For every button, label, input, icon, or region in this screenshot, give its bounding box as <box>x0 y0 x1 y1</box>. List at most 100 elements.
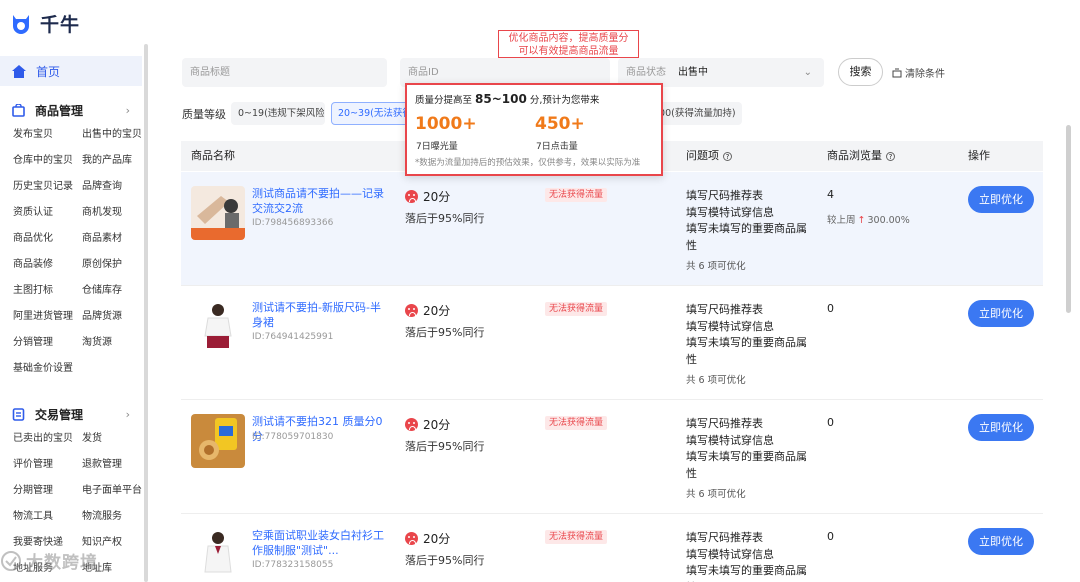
product-thumbnail[interactable] <box>191 414 245 468</box>
issue-list: 填写尺码推荐表 填写模特试穿信息 填写未填写的重要商品属性 <box>686 416 811 482</box>
issue-item[interactable]: 填写模特试穿信息 <box>686 319 811 336</box>
peer-ranking: 落后于95%同行 <box>405 212 485 225</box>
sidebar-item[interactable]: 阿里进货管理 <box>13 304 82 330</box>
sidebar-item[interactable]: 品牌货源 <box>82 304 143 330</box>
optimize-button[interactable]: 立即优化 <box>968 300 1034 327</box>
issue-item[interactable]: 填写未填写的重要商品属性 <box>686 563 811 582</box>
product-thumbnail[interactable] <box>191 300 245 354</box>
sidebar-item[interactable]: 物流工具 <box>13 504 82 530</box>
issue-item[interactable]: 填写尺码推荐表 <box>686 416 811 433</box>
sidebar-item[interactable]: 物流服务 <box>82 504 143 530</box>
sad-face-icon <box>405 532 418 545</box>
sidebar-item[interactable]: 发布宝贝 <box>13 122 82 148</box>
goods-menu: 发布宝贝 出售中的宝贝 仓库中的宝贝 我的产品库 历史宝贝记录 品牌查询 资质认… <box>13 122 143 382</box>
sidebar-scrollbar[interactable] <box>144 44 148 582</box>
popup-suffix: 分,预计为您带来 <box>529 95 600 106</box>
chevron-right-icon: › <box>125 408 130 421</box>
product-image <box>191 528 245 582</box>
trend-label: 较上周 <box>827 215 856 226</box>
sidebar-item[interactable]: 出售中的宝贝 <box>82 122 143 148</box>
product-thumbnail[interactable] <box>191 186 245 240</box>
quality-score: 20分 <box>405 416 450 433</box>
sidebar-item[interactable]: 历史宝贝记录 <box>13 174 82 200</box>
app-logo[interactable]: 千牛 <box>10 10 80 37</box>
sidebar-item[interactable]: 分销管理 <box>13 330 82 356</box>
sidebar-item[interactable]: 原创保护 <box>82 252 143 278</box>
quality-chip-20-39[interactable]: 20~39(无法获得流量) <box>331 102 411 125</box>
issue-item[interactable]: 填写未填写的重要商品属性 <box>686 335 811 368</box>
sidebar-section-trade[interactable]: 交易管理 › <box>12 406 130 423</box>
score-value: 20分 <box>423 304 451 318</box>
sidebar-item[interactable]: 商机发现 <box>82 200 143 226</box>
help-icon[interactable]: ? <box>723 151 732 161</box>
help-icon[interactable]: ? <box>886 151 895 161</box>
product-id: ID:764941425991 <box>252 332 334 342</box>
table-row: 测试请不要拍-新版尺码-半身裙 ID:764941425991 20分 落后于9… <box>181 286 1043 400</box>
issue-item[interactable]: 填写尺码推荐表 <box>686 302 811 319</box>
sidebar-item[interactable]: 仓库中的宝贝 <box>13 148 82 174</box>
sidebar-item[interactable]: 我的产品库 <box>82 148 143 174</box>
issue-item[interactable]: 填写尺码推荐表 <box>686 530 811 547</box>
product-thumbnail[interactable] <box>191 528 245 582</box>
sidebar-section-goods[interactable]: 商品管理 › <box>12 102 130 119</box>
optimize-button[interactable]: 立即优化 <box>968 186 1034 213</box>
callout-line-1: 优化商品内容，提高质量分 <box>508 33 629 44</box>
header-action: 操作 <box>968 149 990 162</box>
sidebar-item[interactable]: 资质认证 <box>13 200 82 226</box>
exposure-value: 1000+ <box>415 114 477 134</box>
issue-item[interactable]: 填写未填写的重要商品属性 <box>686 221 811 254</box>
search-button[interactable]: 搜索 <box>838 58 883 86</box>
view-trend: 较上周 ↑ 300.00% <box>827 212 910 226</box>
sidebar-item[interactable]: 商品素材 <box>82 226 143 252</box>
peer-ranking: 落后于95%同行 <box>405 326 485 339</box>
header-views-label: 商品浏览量 <box>827 149 882 162</box>
quality-chip-0-19[interactable]: 0~19(违规下架风险) <box>231 102 325 125</box>
sidebar-item[interactable]: 基础金价设置 <box>13 356 82 382</box>
optimize-button[interactable]: 立即优化 <box>968 414 1034 441</box>
main-scrollbar[interactable] <box>1066 125 1071 313</box>
arrow-up-icon: ↑ <box>857 215 866 226</box>
sidebar-item[interactable]: 仓储库存 <box>82 278 143 304</box>
quality-score: 20分 <box>405 188 450 205</box>
sidebar-item[interactable]: 发货 <box>82 426 143 452</box>
sidebar-item[interactable]: 分期管理 <box>13 478 82 504</box>
issue-item[interactable]: 填写未填写的重要商品属性 <box>686 449 811 482</box>
product-name-link[interactable]: 测试请不要拍-新版尺码-半身裙 <box>252 300 387 330</box>
sidebar-item[interactable]: 已卖出的宝贝 <box>13 426 82 452</box>
product-id: ID:778323158055 <box>252 560 334 570</box>
callout-line-2: 可以有效提高商品流量 <box>518 46 619 57</box>
issue-item[interactable]: 填写尺码推荐表 <box>686 188 811 205</box>
sidebar-item[interactable]: 评价管理 <box>13 452 82 478</box>
header-issues-label: 问题项 <box>686 149 719 162</box>
optimize-callout: 优化商品内容，提高质量分 可以有效提高商品流量 <box>498 30 639 58</box>
qianniu-logo-icon <box>13 14 29 34</box>
product-name-link[interactable]: 测试商品请不要拍——记录交流交2流 <box>252 186 387 216</box>
sidebar-item[interactable]: 主图打标 <box>13 278 82 304</box>
sidebar-item[interactable]: 电子面单平台 <box>82 478 143 504</box>
table-row: 测试请不要拍321 质量分0分 ID:778059701830 20分 落后于9… <box>181 400 1043 514</box>
bag-icon <box>12 104 25 117</box>
product-name-link[interactable]: 空乘面试职业装女白衬衫工作服制服"测试"... <box>252 528 387 558</box>
score-value: 20分 <box>423 532 451 546</box>
clear-filters-button[interactable]: 清除条件 <box>892 65 945 80</box>
quality-score: 20分 <box>405 530 450 547</box>
sidebar-item[interactable]: 退款管理 <box>82 452 143 478</box>
popup-note: *数据为流量加持后的预估效果，仅供参考，效果以实际为准 <box>415 158 641 168</box>
title-search-input[interactable]: 商品标题 <box>182 58 387 87</box>
sad-face-icon <box>405 418 418 431</box>
sidebar-item[interactable]: 商品装修 <box>13 252 82 278</box>
product-image <box>191 414 245 468</box>
issue-item[interactable]: 填写模特试穿信息 <box>686 547 811 564</box>
view-count: 0 <box>827 302 834 315</box>
issue-list: 填写尺码推荐表 填写模特试穿信息 填写未填写的重要商品属性 <box>686 530 811 582</box>
issue-item[interactable]: 填写模特试穿信息 <box>686 433 811 450</box>
sidebar-item[interactable]: 淘货源 <box>82 330 143 356</box>
optimize-button[interactable]: 立即优化 <box>968 528 1034 555</box>
sidebar-item[interactable]: 品牌查询 <box>82 174 143 200</box>
issue-item[interactable]: 填写模特试穿信息 <box>686 205 811 222</box>
sidebar-item-home[interactable]: 首页 <box>0 56 142 86</box>
status-value: 出售中 <box>678 67 708 78</box>
status-label: 商品状态 <box>626 67 666 78</box>
sidebar-item[interactable]: 商品优化 <box>13 226 82 252</box>
status-badge: 无法获得流量 <box>545 530 608 544</box>
